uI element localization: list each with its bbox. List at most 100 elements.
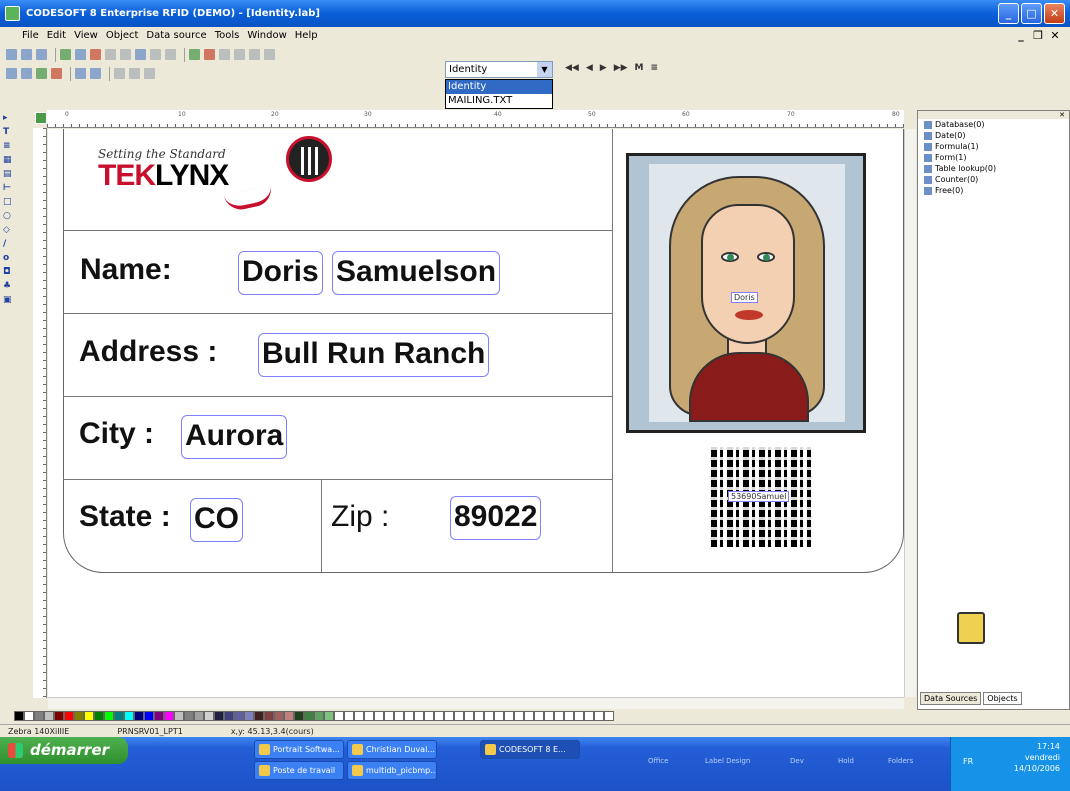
bold-icon[interactable] [129,68,140,79]
start-button[interactable]: démarrer [0,737,128,764]
color-swatch[interactable] [514,711,524,721]
paragraph-tool-icon[interactable]: ≡ [3,142,11,151]
print-preview-icon[interactable] [75,49,86,60]
datasource-option[interactable]: Identity [446,80,552,94]
first-name-field[interactable]: Doris [238,251,323,295]
snap-icon[interactable] [21,68,32,79]
color-swatch[interactable] [34,711,44,721]
color-swatch[interactable] [14,711,24,721]
menu-window[interactable]: Window [247,27,286,45]
tree-item-counter[interactable]: Counter(0) [924,174,1069,185]
color-swatch[interactable] [404,711,414,721]
clock[interactable]: 17:14 vendredi 14/10/2006 [1014,741,1060,774]
address-field[interactable]: Bull Run Ranch [258,333,490,377]
first-record-button[interactable]: ◀◀ [565,63,579,73]
rectangle-tool-icon[interactable]: □ [3,198,12,207]
quicklaunch-item[interactable]: Office [648,757,668,765]
menu-help[interactable]: Help [295,27,318,45]
color-swatch[interactable] [604,711,614,721]
paste-icon[interactable] [135,49,146,60]
menu-tools[interactable]: Tools [215,27,240,45]
color-swatch[interactable] [114,711,124,721]
color-swatch[interactable] [144,711,154,721]
color-swatch[interactable] [334,711,344,721]
color-swatch[interactable] [584,711,594,721]
tree-item-database[interactable]: Database(0) [924,119,1069,130]
color-swatch[interactable] [454,711,464,721]
mdi-minimize-button[interactable]: _ [1014,29,1028,43]
tab-data-sources[interactable]: Data Sources [920,692,982,705]
color-swatch[interactable] [154,711,164,721]
color-swatch[interactable] [164,711,174,721]
undo-icon[interactable] [150,49,161,60]
zoom-icon[interactable] [90,68,101,79]
color-swatch[interactable] [414,711,424,721]
color-swatch[interactable] [264,711,274,721]
maximize-button[interactable]: □ [1021,3,1042,24]
grid-icon[interactable] [6,68,17,79]
color-swatch[interactable] [24,711,34,721]
color-swatch[interactable] [304,711,314,721]
color-swatch[interactable] [244,711,254,721]
color-swatch[interactable] [344,711,354,721]
photo-frame[interactable]: Doris [626,153,866,433]
color-swatch[interactable] [384,711,394,721]
color-swatch[interactable] [444,711,454,721]
color-swatch[interactable] [44,711,54,721]
quicklaunch-item[interactable]: Folders [888,757,913,765]
color-swatch[interactable] [394,711,404,721]
zip-field[interactable]: 89022 [450,496,542,540]
barcode-tool-icon[interactable]: ▦ [3,156,12,165]
quicklaunch-item[interactable]: Label Design [705,757,750,765]
zoom-fit-icon[interactable] [75,68,86,79]
close-button[interactable]: ✕ [1044,3,1065,24]
color-swatch[interactable] [354,711,364,721]
minimize-button[interactable]: _ [998,3,1019,24]
color-swatch[interactable] [74,711,84,721]
merge-button[interactable]: M [635,63,644,73]
rfid-tool-icon[interactable]: ◘ [3,268,11,277]
new-icon[interactable] [6,49,17,60]
color-swatch[interactable] [324,711,334,721]
vertical-scrollbar[interactable] [904,129,916,697]
color-swatch[interactable] [254,711,264,721]
color-swatch[interactable] [434,711,444,721]
color-swatch[interactable] [464,711,474,721]
last-name-field[interactable]: Samuelson [332,251,501,295]
tab-objects[interactable]: Objects [983,692,1022,705]
color-swatch[interactable] [484,711,494,721]
tree-item-date[interactable]: Date(0) [924,130,1069,141]
color-swatch[interactable] [104,711,114,721]
tree-item-table-lookup[interactable]: Table lookup(0) [924,163,1069,174]
photo-source-tag[interactable]: Doris [731,292,758,303]
rotate-right-icon[interactable] [219,49,230,60]
ellipse-tool-icon[interactable]: ○ [3,212,11,221]
font-icon[interactable] [114,68,125,79]
color-swatch[interactable] [224,711,234,721]
color-swatch[interactable] [54,711,64,721]
open-icon[interactable] [21,49,32,60]
select-tool-icon[interactable]: ▸ [3,114,11,123]
color-swatch[interactable] [204,711,214,721]
diagonal-tool-icon[interactable]: / [3,240,11,249]
menu-edit[interactable]: Edit [47,27,66,45]
text-tool-icon[interactable]: T [3,128,11,137]
color-swatch[interactable] [184,711,194,721]
arrow-tool-icon[interactable]: ♣ [3,282,11,291]
print-icon[interactable] [60,49,71,60]
form-tool-icon[interactable]: ▣ [3,296,12,305]
color-swatch[interactable] [214,711,224,721]
color-swatch[interactable] [494,711,504,721]
ruler-origin-button[interactable] [35,112,47,124]
layers-icon[interactable] [36,68,47,79]
color-swatch[interactable] [544,711,554,721]
tree-item-formula[interactable]: Formula(1) [924,141,1069,152]
task-poste-de-travail[interactable]: Poste de travail [254,761,344,780]
prev-record-button[interactable]: ◀ [586,63,593,73]
redo-icon[interactable] [165,49,176,60]
tree-item-form[interactable]: Form(1) [924,152,1069,163]
size-icon[interactable] [264,49,275,60]
color-swatch[interactable] [364,711,374,721]
save-icon[interactable] [36,49,47,60]
task-multidb[interactable]: multidb_picbmp... [347,761,437,780]
